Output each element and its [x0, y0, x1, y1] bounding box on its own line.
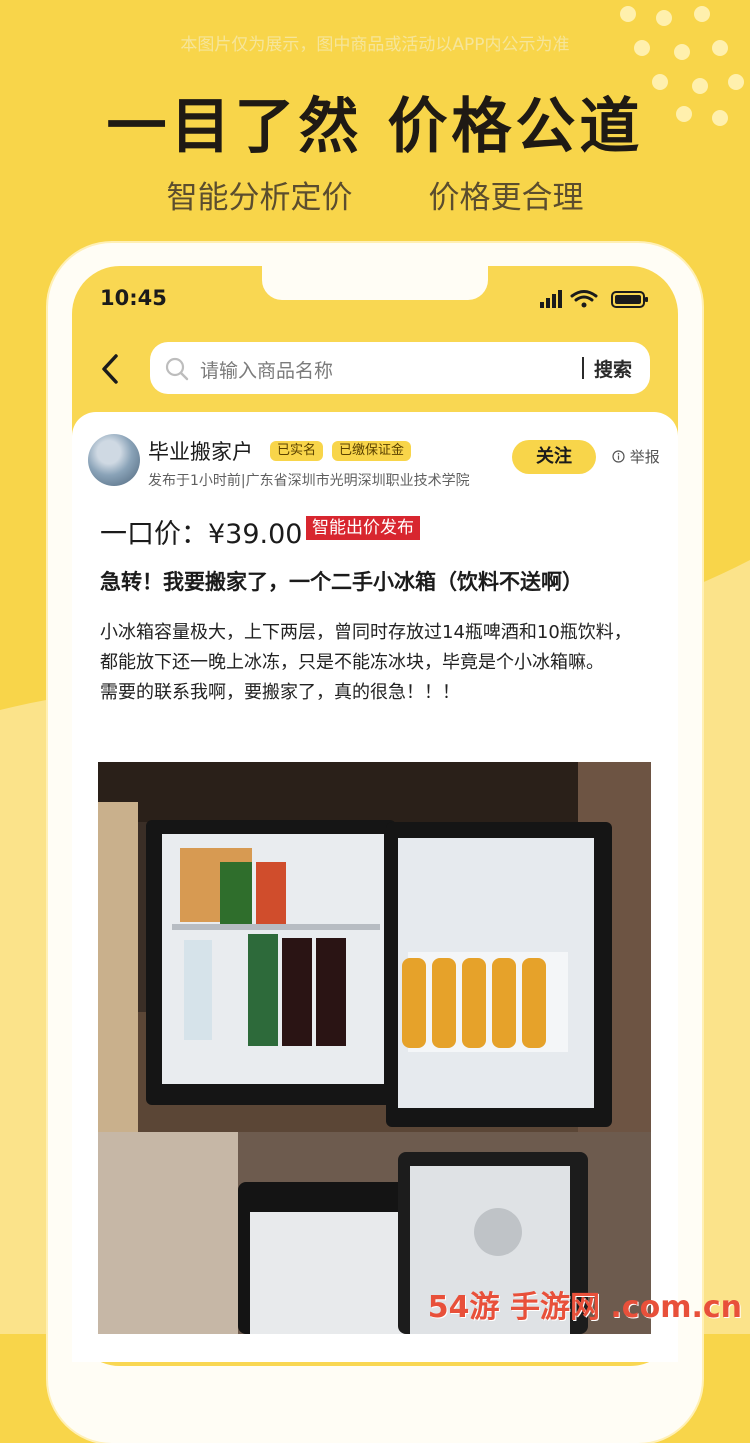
- promo-headline: 一目了然 价格公道: [106, 92, 644, 162]
- report-button[interactable]: 举报: [612, 446, 660, 467]
- follow-button[interactable]: 关注: [512, 440, 596, 474]
- back-arrow-icon[interactable]: [94, 352, 128, 386]
- post-price: 一口价：¥39.00: [100, 519, 303, 550]
- phone-notch: [262, 266, 488, 300]
- status-icons: [540, 290, 648, 308]
- username[interactable]: 毕业搬家户: [148, 436, 253, 466]
- search-button[interactable]: 搜索: [594, 355, 632, 382]
- search-bar[interactable]: 请输入商品名称 搜索: [150, 342, 650, 394]
- price-tag-badge: 智能出价发布: [306, 516, 420, 540]
- info-icon: [612, 450, 625, 463]
- description-paragraph: 需要的联系我啊，要搬家了，真的很急！！！: [100, 682, 460, 703]
- disclaimer-text: 本图片仅为展示，图中商品或活动以APP内公示为准: [180, 35, 570, 55]
- report-label: 举报: [629, 448, 660, 466]
- wifi-icon: [570, 290, 598, 302]
- status-time: 10:45: [100, 286, 167, 310]
- signal-icon: [540, 290, 562, 308]
- description-paragraph: 小冰箱容量极大，上下两层，曾同时存放过14瓶啤酒和10瓶饮料，都能放下还一晚上冰…: [100, 622, 632, 673]
- post-description: 小冰箱容量极大，上下两层，曾同时存放过14瓶啤酒和10瓶饮料，都能放下还一晚上冰…: [100, 618, 648, 708]
- promo-subline: 智能分析定价 价格更合理: [0, 172, 750, 217]
- badge-deposit: 已缴保证金: [332, 441, 412, 461]
- post-title: 急转！我要搬家了，一个二手小冰箱（饮料不送啊）: [100, 570, 583, 594]
- search-divider: [582, 357, 584, 379]
- badge-verified: 已实名: [270, 441, 324, 461]
- promo-sub-left: 智能分析定价: [166, 180, 353, 216]
- product-photo-fridge-open[interactable]: [98, 762, 651, 1132]
- search-icon: [165, 357, 189, 381]
- promo-sub-right: 价格更合理: [428, 180, 584, 216]
- battery-icon: [611, 291, 648, 308]
- avatar[interactable]: [88, 434, 140, 486]
- search-input[interactable]: 请输入商品名称: [200, 356, 333, 383]
- site-watermark: 54游 手游网 .com.cn: [427, 1290, 742, 1325]
- post-meta: 发布于1小时前|广东省深圳市光明深圳职业技术学院: [148, 473, 470, 489]
